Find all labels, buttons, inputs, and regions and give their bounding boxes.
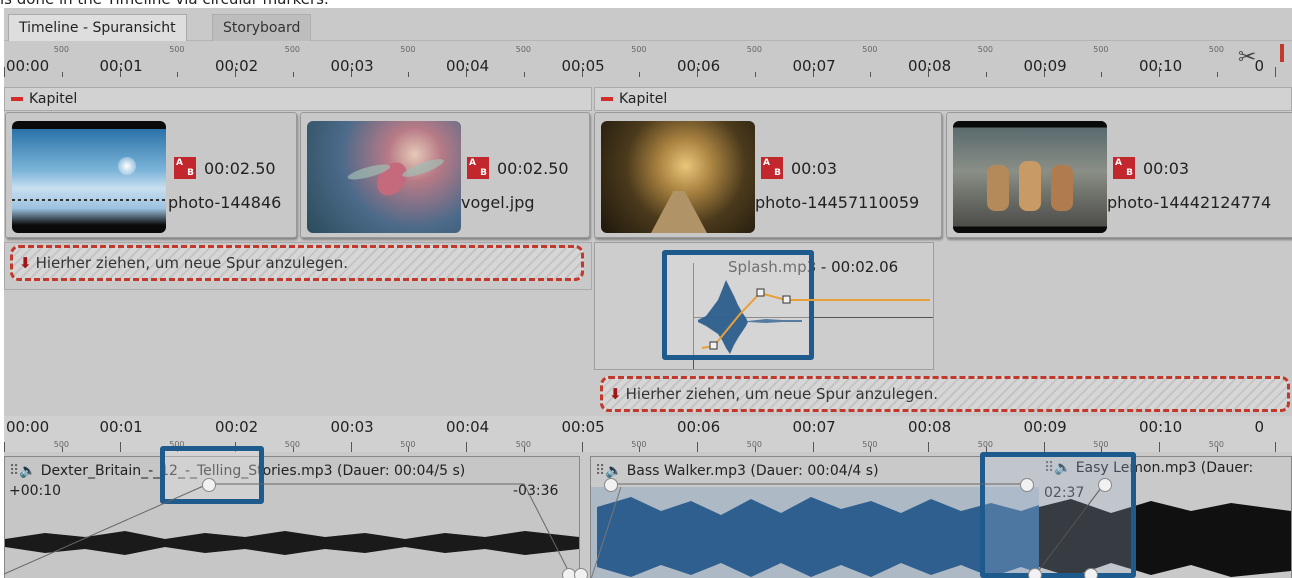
fade-handle[interactable] <box>574 568 588 578</box>
ruler-label: 00:08 <box>908 418 952 436</box>
drop-zone-new-track[interactable]: ⬇ Hierher ziehen, um neue Spur anzulegen. <box>10 245 584 281</box>
drop-arrow-icon: ⬇ <box>609 385 622 403</box>
clip-duration: 00:02.50 <box>204 159 276 178</box>
thumbnail-winter-sun <box>12 121 166 233</box>
ruler-label: 00:09 <box>1023 57 1067 75</box>
ruler-tick-major <box>4 67 5 77</box>
fade-handle[interactable] <box>1084 568 1098 578</box>
ruler-tick-minor <box>870 72 872 77</box>
fade-handle[interactable] <box>1020 478 1034 492</box>
ruler-minor-label: 500 <box>400 45 416 54</box>
fade-handle[interactable] <box>1028 568 1042 578</box>
ruler-tick-minor <box>754 72 756 77</box>
transition-ab-icon[interactable]: AB <box>1113 157 1135 179</box>
timeline-app: Timeline - Spuransicht Storyboard ✂ 00:0… <box>4 8 1292 578</box>
ruler-tick-minor <box>1216 72 1218 77</box>
ruler-label: 00:09 <box>1023 418 1067 436</box>
clip-filename: photo-144846 <box>168 193 282 212</box>
tab-storyboard[interactable]: Storyboard <box>212 14 312 41</box>
clip-duration: 00:03 <box>791 159 838 178</box>
audio-volume-lines <box>4 483 1105 575</box>
page-text-fragment: is done in the Timeline via circular mar… <box>0 0 329 8</box>
ruler-minor-label: 500 <box>631 45 647 54</box>
ruler-minor-label: 500 <box>862 45 878 54</box>
ruler-label: 00:04 <box>446 57 490 75</box>
ruler-tick-minor <box>408 72 410 77</box>
ruler-label: 00:06 <box>677 418 721 436</box>
thumbnail-puppies <box>953 121 1107 233</box>
ruler-minor-label: 500 <box>746 45 763 54</box>
ruler-label: 00:05 <box>561 57 605 75</box>
ruler-label: 00:01 <box>99 57 143 75</box>
ruler-label: 00:03 <box>330 418 374 436</box>
chapter-header-1[interactable]: Kapitel <box>4 87 592 111</box>
ruler-minor-label: 500 <box>53 45 70 54</box>
ruler-label: 0 <box>1254 57 1265 75</box>
ruler-label: 00:03 <box>330 57 374 75</box>
ruler-label: 00:00 <box>6 418 50 436</box>
time-ruler-top[interactable]: ✂ 00:00 500 00:01 500 00:02 500 00:03 500 00:04 5… <box>4 41 1292 77</box>
chapter-collapse-icon[interactable] <box>601 97 613 101</box>
ruler-label: 00:05 <box>561 418 605 436</box>
ruler-label: 00:00 <box>6 57 50 75</box>
clip-filename: photo-14442124774 <box>1107 193 1272 212</box>
fade-handle[interactable] <box>202 478 216 492</box>
clip-filename: vogel.jpg <box>461 193 535 212</box>
clip-duration: 00:03 <box>1143 159 1190 178</box>
ruler-label: 00:07 <box>792 57 836 75</box>
ruler-minor-label: 500 <box>284 45 301 54</box>
photo-clip-1[interactable]: AB 00:02.50 photo-144846 <box>5 112 297 238</box>
transition-ab-icon[interactable]: AB <box>467 157 489 179</box>
ruler-label: 0 <box>1254 418 1265 436</box>
ruler-tick-minor <box>639 72 641 77</box>
ruler-tick-minor <box>177 72 179 77</box>
ruler-label: 00:04 <box>446 418 490 436</box>
drop-arrow-icon: ⬇ <box>19 254 32 272</box>
ruler-tick-minor <box>61 72 63 77</box>
chapter-header-2[interactable]: Kapitel <box>594 87 1292 111</box>
clip-duration: 00:02.50 <box>497 159 569 178</box>
tab-timeline-spuransicht[interactable]: Timeline - Spuransicht <box>8 14 187 41</box>
drop-zone-text: Hierher ziehen, um neue Spur anzulegen. <box>625 385 938 403</box>
fade-handle[interactable] <box>1098 478 1112 492</box>
ruler-label: 00:02 <box>215 418 259 436</box>
thumbnail-forest-road <box>601 121 755 233</box>
splash-waveform-volume-svg <box>698 280 930 354</box>
ruler-minor-label: 500 <box>1208 45 1225 54</box>
drop-zone-new-track[interactable]: ⬇ Hierher ziehen, um neue Spur anzulegen. <box>600 376 1290 412</box>
ruler-label: 00:10 <box>1139 57 1183 75</box>
photo-clip-4[interactable]: AB 00:03 photo-14442124774 <box>946 112 1292 238</box>
chapter-label: Kapitel <box>619 91 668 107</box>
clip-filename: photo-14457110059 <box>755 193 920 212</box>
transition-ab-icon[interactable]: AB <box>174 157 196 179</box>
ruler-minor-label: 500 <box>977 45 994 54</box>
chapter-collapse-icon[interactable] <box>11 97 23 101</box>
ruler-label: 00:08 <box>908 57 952 75</box>
tab-bar: Timeline - Spuransicht Storyboard <box>4 8 1292 41</box>
ruler-minor-label: 500 <box>1093 45 1109 54</box>
ruler-label: 00:01 <box>99 418 143 436</box>
ruler-minor-label: 500 <box>515 45 532 54</box>
ruler-tick-minor <box>985 72 987 77</box>
photo-clip-3[interactable]: AB 00:03 photo-14457110059 <box>594 112 942 238</box>
thumbnail-hummingbird <box>307 121 461 233</box>
drop-zone-text: Hierher ziehen, um neue Spur anzulegen. <box>35 254 348 272</box>
ruler-tick-minor <box>523 72 525 77</box>
ruler-tick-minor <box>1101 72 1103 77</box>
ruler-label: 00:10 <box>1139 418 1183 436</box>
ruler-label: 00:07 <box>792 418 836 436</box>
ruler-tick-major <box>1274 67 1276 77</box>
photo-clip-2[interactable]: AB 00:02.50 vogel.jpg <box>300 112 590 238</box>
ruler-label: 00:02 <box>215 57 259 75</box>
transition-ab-icon[interactable]: AB <box>761 157 783 179</box>
chapter-label: Kapitel <box>29 91 78 107</box>
ruler-tick-minor <box>292 72 294 77</box>
ruler-minor-label: 500 <box>169 45 185 54</box>
ruler-label: 00:06 <box>677 57 721 75</box>
fade-handle[interactable] <box>604 478 618 492</box>
